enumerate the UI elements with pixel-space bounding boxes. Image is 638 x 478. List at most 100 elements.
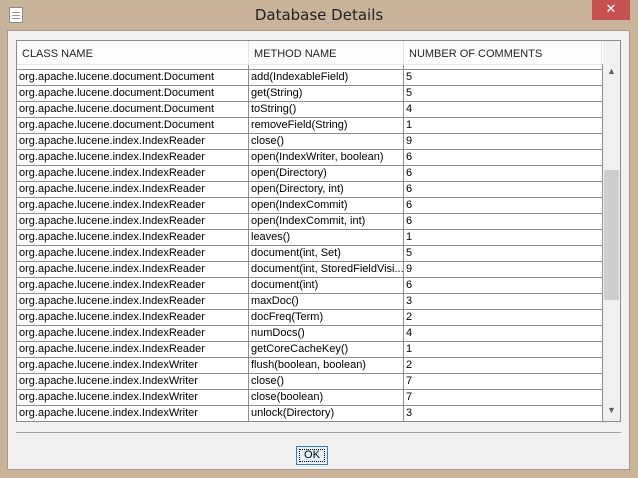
- cell-class-name: org.apache.lucene.index.IndexReader: [17, 230, 249, 245]
- cell-method-name: open(IndexCommit, int): [249, 214, 404, 229]
- cell-class-name: org.apache.lucene.document.Document: [17, 86, 249, 101]
- cell-class-name: org.apache.lucene.document.Document: [17, 70, 249, 85]
- cell-class-name: org.apache.lucene.index.IndexReader: [17, 150, 249, 165]
- cell-number-of-comments: 2: [404, 310, 603, 325]
- cell-number-of-comments: 6: [404, 182, 603, 197]
- cell-method-name: removeField(String): [249, 118, 404, 133]
- cell-method-name: document(int, StoredFieldVisi...: [251, 262, 404, 277]
- table-row[interactable]: org.apache.lucene.document.Document toStr…: [17, 102, 603, 118]
- table-row[interactable]: org.apache.lucene.index.IndexReader open(…: [17, 166, 603, 182]
- table-row[interactable]: org.apache.lucene.index.IndexReader open(…: [17, 150, 603, 166]
- ok-button[interactable]: OK: [296, 446, 328, 465]
- cell-number-of-comments: 5: [404, 246, 603, 261]
- cell-number-of-comments: 1: [404, 118, 603, 133]
- cell-class-name: org.apache.lucene.index.IndexWriter: [17, 358, 249, 373]
- cell-class-name: org.apache.lucene.index.IndexReader: [17, 166, 249, 181]
- cell-number-of-comments: 9: [404, 262, 603, 277]
- cell-method-name: numDocs(): [249, 326, 404, 341]
- column-header-method-name[interactable]: METHOD NAME: [249, 41, 404, 64]
- close-button[interactable]: ✕: [592, 0, 630, 20]
- column-header-number-of-comments[interactable]: NUMBER OF COMMENTS: [404, 41, 602, 64]
- table-row[interactable]: org.apache.lucene.index.IndexReader close…: [17, 134, 603, 150]
- table-row[interactable]: org.apache.lucene.index.IndexReader getCo…: [17, 342, 603, 358]
- table-row[interactable]: org.apache.lucene.document.Document remov…: [17, 118, 603, 134]
- cell-number-of-comments: 9: [404, 134, 603, 149]
- cell-method-name: leaves(): [249, 230, 404, 245]
- cell-method-name: docFreq(Term): [249, 310, 404, 325]
- cell-number-of-comments: 6: [404, 214, 603, 229]
- cell-method-name: document(int, Set): [249, 246, 404, 261]
- cell-class-name: org.apache.lucene.index.IndexReader: [17, 182, 249, 197]
- cell-class-name: org.apache.lucene.index.IndexWriter: [17, 406, 249, 421]
- table-row[interactable]: org.apache.lucene.index.IndexReader docFr…: [17, 310, 603, 326]
- cell-number-of-comments: 4: [404, 102, 603, 117]
- cell-number-of-comments: 4: [404, 326, 603, 341]
- table-row[interactable]: org.apache.lucene.index.IndexReader open(…: [17, 214, 603, 230]
- scroll-up-arrow-icon[interactable]: ▲: [603, 66, 620, 76]
- divider: [16, 432, 621, 433]
- scroll-down-arrow-icon[interactable]: ▼: [603, 405, 620, 415]
- title-bar: Database Details ✕: [0, 0, 638, 30]
- table-body: org.apache.lucene.document.Document add(I…: [17, 64, 603, 421]
- cell-class-name: org.apache.lucene.document.Document: [17, 118, 249, 133]
- table-row[interactable]: org.apache.lucene.index.IndexReader docum…: [17, 246, 603, 262]
- cell-number-of-comments: 1: [404, 230, 603, 245]
- scrollbar-thumb[interactable]: [604, 170, 619, 300]
- table-header: CLASS NAME METHOD NAME NUMBER OF COMMENT…: [17, 41, 602, 65]
- cell-class-name: org.apache.lucene.index.IndexReader: [17, 326, 249, 341]
- table-row[interactable]: org.apache.lucene.index.IndexReader open(…: [17, 182, 603, 198]
- table-row[interactable]: org.apache.lucene.index.IndexReader open(…: [17, 198, 603, 214]
- table-row[interactable]: org.apache.lucene.document.Document add(I…: [17, 70, 603, 86]
- table-row[interactable]: org.apache.lucene.index.IndexReader docum…: [17, 262, 603, 278]
- cell-number-of-comments: 6: [404, 166, 603, 181]
- cell-class-name: org.apache.lucene.index.IndexReader: [17, 214, 249, 229]
- cell-method-name: get(String): [249, 86, 404, 101]
- cell-method-name: open(IndexWriter, boolean): [249, 150, 404, 165]
- cell-number-of-comments: 3: [404, 406, 603, 421]
- table-row[interactable]: org.apache.lucene.index.IndexReader numDo…: [17, 326, 603, 342]
- table-row[interactable]: org.apache.lucene.index.IndexReader leave…: [17, 230, 603, 246]
- cell-class-name: org.apache.lucene.index.IndexWriter: [17, 390, 249, 405]
- cell-class-name: org.apache.lucene.index.IndexReader: [17, 262, 249, 277]
- cell-number-of-comments: 7: [404, 390, 603, 405]
- cell-number-of-comments: 1: [404, 342, 603, 357]
- table-row[interactable]: org.apache.lucene.index.IndexWriter unloc…: [17, 406, 603, 421]
- cell-method-name: close(): [249, 374, 404, 389]
- table-row[interactable]: org.apache.lucene.index.IndexWriter close…: [17, 390, 603, 406]
- cell-method-name: close(): [249, 134, 404, 149]
- cell-method-name: flush(boolean, boolean): [249, 358, 404, 373]
- cell-method-name: getCoreCacheKey(): [249, 342, 404, 357]
- cell-number-of-comments: 7: [404, 374, 603, 389]
- cell-class-name: org.apache.lucene.document.Document: [17, 102, 249, 117]
- column-header-class-name[interactable]: CLASS NAME: [17, 41, 249, 64]
- cell-class-name: org.apache.lucene.index.IndexReader: [17, 198, 249, 213]
- table-row[interactable]: org.apache.lucene.document.Document get(S…: [17, 86, 603, 102]
- cell-number-of-comments: 5: [404, 70, 603, 85]
- details-table: org.apache.lucene.document.Document add(I…: [16, 40, 621, 422]
- window-title: Database Details: [254, 6, 384, 24]
- cell-number-of-comments: 5: [404, 86, 603, 101]
- cell-method-name: maxDoc(): [249, 294, 404, 309]
- vertical-scrollbar[interactable]: ▲ ▼: [603, 41, 620, 421]
- cell-method-name: toString(): [249, 102, 404, 117]
- cell-method-name: open(IndexCommit): [249, 198, 404, 213]
- cell-class-name: org.apache.lucene.index.IndexReader: [17, 246, 249, 261]
- cell-class-name: org.apache.lucene.index.IndexReader: [17, 342, 249, 357]
- cell-method-name: document(int): [249, 278, 404, 293]
- table-row[interactable]: org.apache.lucene.index.IndexReader maxDo…: [17, 294, 603, 310]
- cell-class-name: org.apache.lucene.index.IndexWriter: [17, 374, 249, 389]
- table-row[interactable]: org.apache.lucene.index.IndexReader docum…: [17, 278, 603, 294]
- cell-class-name: org.apache.lucene.index.IndexReader: [17, 294, 249, 309]
- table-row[interactable]: org.apache.lucene.index.IndexWriter close…: [17, 374, 603, 390]
- cell-number-of-comments: 3: [404, 294, 603, 309]
- cell-number-of-comments: 6: [404, 150, 603, 165]
- cell-method-name: open(Directory, int): [249, 182, 404, 197]
- cell-class-name: org.apache.lucene.index.IndexReader: [17, 310, 249, 325]
- cell-class-name: org.apache.lucene.index.IndexReader: [17, 134, 249, 149]
- cell-number-of-comments: 6: [404, 198, 603, 213]
- table-row[interactable]: org.apache.lucene.index.IndexWriter flush…: [17, 358, 603, 374]
- cell-method-name: unlock(Directory): [249, 406, 404, 421]
- notepad-icon: [9, 7, 23, 23]
- cell-method-name: open(Directory): [249, 166, 404, 181]
- cell-class-name: org.apache.lucene.index.IndexReader: [17, 278, 249, 293]
